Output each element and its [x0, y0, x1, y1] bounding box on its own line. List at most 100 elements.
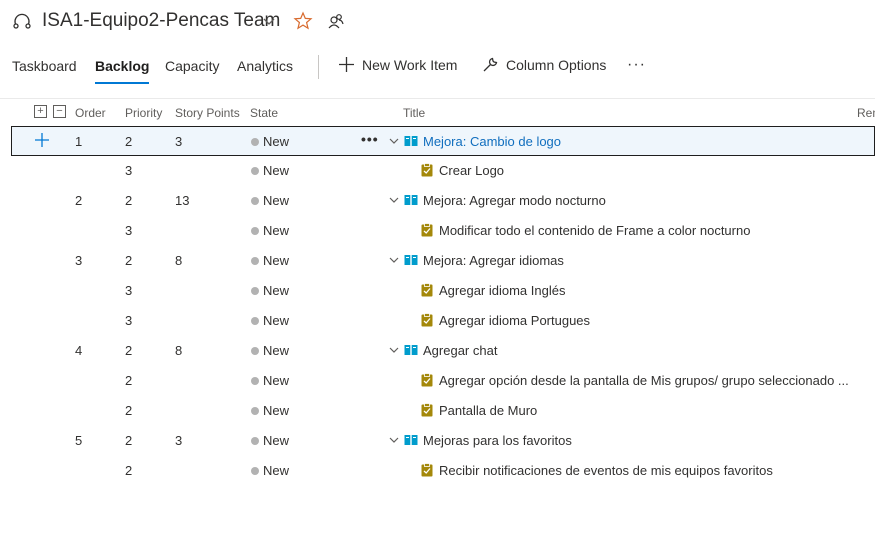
tab-analytics[interactable]: Analytics — [237, 58, 293, 74]
state-cell: New — [263, 433, 290, 448]
order-cell: 2 — [75, 193, 83, 208]
priority-cell: 2 — [125, 463, 133, 478]
column-header-order[interactable]: Order — [75, 106, 106, 120]
backlog-row-story[interactable]: 4 2 8 New Agregar chat — [0, 336, 875, 366]
backlog-row-story[interactable]: 5 2 3 New Mejoras para los favoritos — [0, 426, 875, 456]
tab-backlog[interactable]: Backlog — [95, 58, 150, 84]
chevron-down-icon[interactable] — [389, 195, 399, 205]
backlog-row-story[interactable]: 3 2 8 New Mejora: Agregar idiomas — [0, 246, 875, 276]
wrench-icon — [483, 57, 498, 72]
chevron-down-icon[interactable] — [389, 345, 399, 355]
team-icon — [13, 13, 31, 29]
order-cell: 1 — [75, 134, 83, 149]
task-icon — [421, 163, 433, 177]
state-cell: New — [263, 134, 290, 149]
state-dot-icon — [251, 287, 259, 295]
column-header-state[interactable]: State — [250, 106, 278, 120]
state-dot-icon — [251, 197, 259, 205]
state-dot-icon — [251, 467, 259, 475]
priority-cell: 2 — [125, 433, 133, 448]
toolbar-divider — [318, 55, 319, 79]
collapse-all-icon[interactable]: − — [53, 105, 66, 118]
chevron-down-icon[interactable] — [389, 136, 399, 146]
work-item-title-link[interactable]: Modificar todo el contenido de Frame a c… — [439, 223, 750, 238]
priority-cell: 2 — [125, 343, 133, 358]
new-work-item-button[interactable]: New Work Item — [338, 56, 457, 73]
state-dot-icon — [251, 377, 259, 385]
favorite-star-icon[interactable] — [293, 11, 313, 31]
chevron-down-icon[interactable] — [262, 14, 276, 28]
state-dot-icon — [251, 227, 259, 235]
task-icon — [421, 313, 433, 327]
backlog-row-story[interactable]: ••• 1 2 3 New Mejora: Cambio de logo — [11, 126, 875, 156]
backlog-row-story[interactable]: 2 2 13 New Mejora: Agregar modo nocturno — [0, 186, 875, 216]
work-item-title-link[interactable]: Agregar idioma Portugues — [439, 313, 590, 328]
column-options-label: Column Options — [506, 56, 607, 73]
order-cell: 3 — [75, 253, 83, 268]
user-story-icon — [404, 255, 418, 265]
column-options-button[interactable]: Column Options — [482, 56, 606, 73]
tab-capacity[interactable]: Capacity — [165, 58, 219, 74]
page-title: ISA1-Equipo2-Pencas Team — [42, 10, 281, 31]
task-icon — [421, 283, 433, 297]
priority-cell: 2 — [125, 193, 133, 208]
backlog-row-task[interactable]: 3 New Agregar idioma Portugues — [0, 306, 875, 336]
work-item-title-link[interactable]: Mejora: Cambio de logo — [423, 134, 561, 149]
column-header-remaining[interactable]: Rem — [857, 106, 875, 120]
team-members-icon[interactable] — [326, 11, 346, 31]
state-cell: New — [263, 223, 290, 238]
chevron-down-icon[interactable] — [389, 435, 399, 445]
backlog-row-task[interactable]: 2 New Recibir notificaciones de eventos de… — [0, 456, 875, 486]
column-header-story-points[interactable]: Story Points — [175, 106, 240, 120]
column-header-priority[interactable]: Priority — [125, 106, 162, 120]
state-dot-icon — [251, 167, 259, 175]
tab-taskboard[interactable]: Taskboard — [12, 58, 77, 74]
story-points-cell: 8 — [175, 343, 183, 358]
more-actions-button[interactable]: ··· — [627, 56, 646, 74]
backlog-row-task[interactable]: 2 New Agregar opción desde la pantalla de … — [0, 366, 875, 396]
column-header-title[interactable]: Title — [403, 106, 425, 120]
priority-cell: 3 — [125, 223, 133, 238]
state-cell: New — [263, 163, 290, 178]
order-cell: 4 — [75, 343, 83, 358]
state-cell: New — [263, 373, 290, 388]
expand-all-icon[interactable]: + — [34, 105, 47, 118]
state-dot-icon — [251, 437, 259, 445]
backlog-grid-header: + − Order Priority Story Points State Ti… — [0, 98, 875, 126]
work-item-title-link[interactable]: Mejoras para los favoritos — [423, 433, 572, 448]
work-item-title-link[interactable]: Mejora: Agregar modo nocturno — [423, 193, 606, 208]
task-icon — [421, 223, 433, 237]
backlog-row-task[interactable]: 3 New Crear Logo — [0, 156, 875, 186]
state-dot-icon — [251, 138, 259, 146]
new-work-item-label: New Work Item — [362, 56, 458, 73]
work-item-title-link[interactable]: Crear Logo — [439, 163, 504, 178]
plus-icon — [339, 57, 354, 72]
priority-cell: 2 — [125, 134, 133, 149]
priority-cell: 3 — [125, 283, 133, 298]
row-more-actions-button[interactable]: ••• — [361, 131, 379, 147]
priority-cell: 2 — [125, 253, 133, 268]
story-points-cell: 3 — [175, 433, 183, 448]
state-dot-icon — [251, 347, 259, 355]
state-cell: New — [263, 403, 290, 418]
work-item-title-link[interactable]: Agregar idioma Inglés — [439, 283, 565, 298]
backlog-row-task[interactable]: 3 New Modificar todo el contenido de Frame… — [0, 216, 875, 246]
work-item-title-link[interactable]: Agregar chat — [423, 343, 497, 358]
pivot-bar: Taskboard Backlog Capacity Analytics New… — [0, 50, 875, 86]
backlog-row-task[interactable]: 3 New Agregar idioma Inglés — [0, 276, 875, 306]
work-item-title-link[interactable]: Agregar opción desde la pantalla de Mis … — [439, 373, 849, 388]
state-cell: New — [263, 463, 290, 478]
chevron-down-icon[interactable] — [389, 255, 399, 265]
story-points-cell: 3 — [175, 134, 183, 149]
add-child-icon[interactable] — [34, 132, 50, 148]
work-item-title-link[interactable]: Pantalla de Muro — [439, 403, 537, 418]
task-icon — [421, 403, 433, 417]
priority-cell: 2 — [125, 403, 133, 418]
state-dot-icon — [251, 317, 259, 325]
state-cell: New — [263, 313, 290, 328]
work-item-title-link[interactable]: Recibir notificaciones de eventos de mis… — [439, 463, 773, 478]
priority-cell: 2 — [125, 373, 133, 388]
backlog-row-task[interactable]: 2 New Pantalla de Muro — [0, 396, 875, 426]
work-item-title-link[interactable]: Mejora: Agregar idiomas — [423, 253, 564, 268]
priority-cell: 3 — [125, 163, 133, 178]
